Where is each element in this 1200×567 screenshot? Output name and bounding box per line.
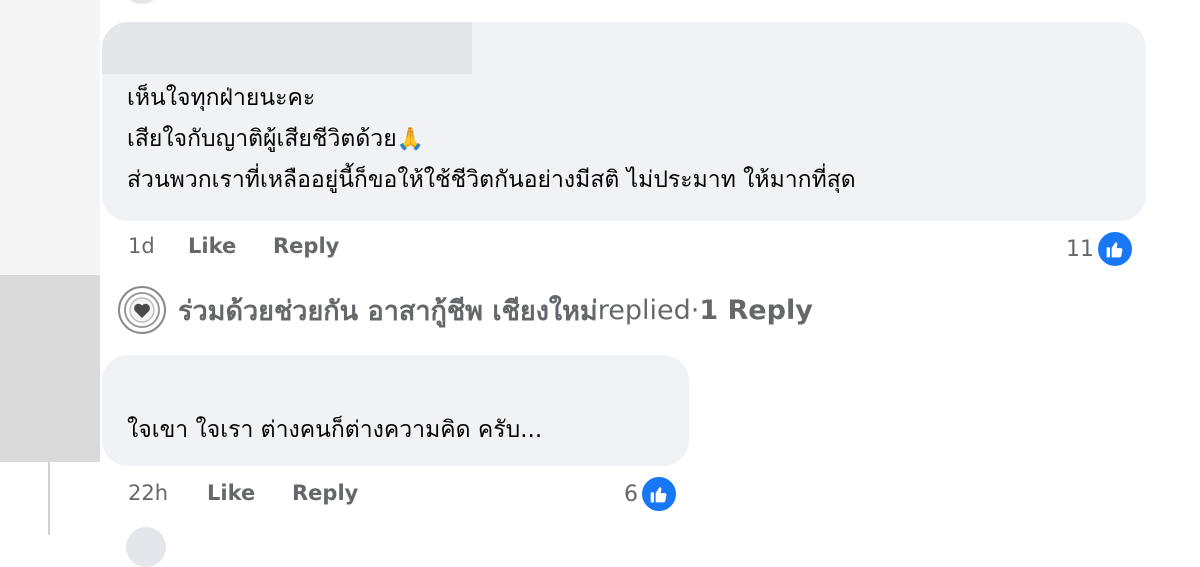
like-button[interactable]: Like — [207, 481, 255, 505]
comment-bubble: ใจเขา ใจเรา ต่างคนก็ต่างความคิด ครับ... — [102, 355, 689, 466]
thread-line — [48, 462, 50, 535]
comment-line: ส่วนพวกเราที่เหลืออยู่นี้ก็ขอให้ใช้ชีวิต… — [127, 167, 856, 193]
reply-button[interactable]: Reply — [273, 234, 339, 258]
comment-timestamp[interactable]: 1d — [128, 234, 155, 258]
reaction-count-number: 11 — [1066, 236, 1094, 262]
comment-text: เห็นใจทุกฝ่ายนะคะเสียใจกับญาติผู้เสียชีว… — [127, 78, 856, 201]
dot-separator: · — [690, 294, 700, 326]
comment-line: ใจเขา ใจเรา ต่างคนก็ต่างความคิด ครับ... — [127, 417, 543, 443]
next-avatar — [126, 527, 166, 567]
comment-bubble: เห็นใจทุกฝ่ายนะคะเสียใจกับญาติผู้เสียชีว… — [102, 22, 1146, 221]
folded-hands-emoji: 🙏 — [396, 127, 425, 152]
commenter-name-redacted — [102, 22, 472, 74]
reaction-count[interactable]: 6 — [624, 475, 678, 513]
like-thumb-icon — [1096, 230, 1134, 268]
left-panel — [0, 0, 100, 275]
page-avatar — [118, 286, 166, 334]
left-panel-shaded — [0, 275, 100, 462]
view-replies-link[interactable]: ร่วมด้วยช่วยกัน อาสากู้ชีพ เชียงใหม่ rep… — [118, 286, 813, 334]
replied-text: replied — [597, 294, 691, 326]
reaction-count-number: 6 — [624, 481, 638, 507]
previous-avatar — [128, 0, 156, 4]
comment-text: ใจเขา ใจเรา ต่างคนก็ต่างความคิด ครับ... — [127, 410, 542, 451]
reaction-count[interactable]: 11 — [1066, 230, 1134, 268]
reply-count: 1 Reply — [699, 294, 813, 326]
like-button[interactable]: Like — [188, 234, 236, 258]
reply-button[interactable]: Reply — [292, 481, 358, 505]
like-thumb-icon — [640, 475, 678, 513]
replier-name: ร่วมด้วยช่วยกัน อาสากู้ชีพ เชียงใหม่ — [178, 295, 598, 327]
comment-line: เห็นใจทุกฝ่ายนะคะ — [127, 85, 316, 111]
comment-line: เสียใจกับญาติผู้เสียชีวิตด้วย — [127, 126, 397, 152]
comment-timestamp[interactable]: 22h — [128, 481, 168, 505]
